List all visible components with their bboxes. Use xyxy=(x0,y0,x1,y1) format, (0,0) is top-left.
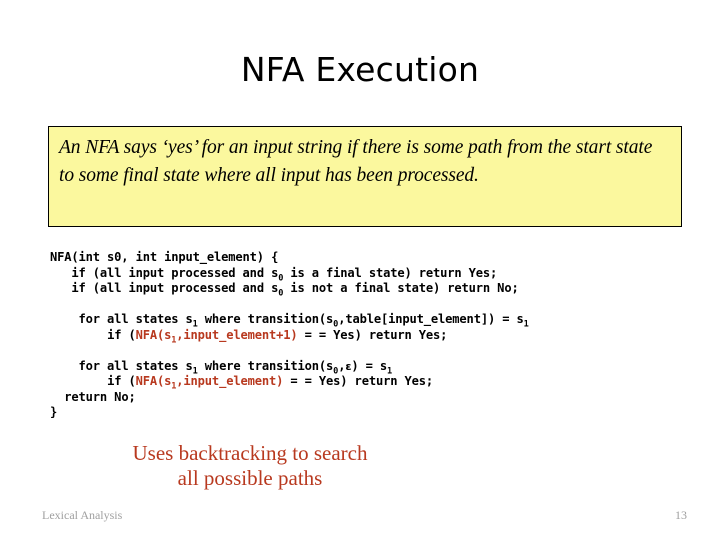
code-text: ) = s xyxy=(351,358,387,373)
code-line-close-brace: } xyxy=(50,405,690,421)
code-text: if ( xyxy=(107,374,136,388)
code-recursive-call: NFA(s xyxy=(135,327,172,342)
caption-line-1: Uses backtracking to search xyxy=(132,441,368,465)
code-line-if-recurse-same: if (NFA(s1,input_element) = = Yes) retur… xyxy=(50,374,690,391)
code-line-if-final-yes: if (all input processed and s0 is a fina… xyxy=(50,265,690,283)
slide: NFA Execution An NFA says ‘yes’ for an i… xyxy=(0,0,720,540)
footer-page-number: 13 xyxy=(675,508,687,522)
code-text: for all states s xyxy=(78,358,193,373)
code-text: if (all input processed and s xyxy=(71,281,279,295)
code-text: for all states s xyxy=(78,312,193,326)
code-text: return No; xyxy=(64,389,136,404)
code-line-blank-2 xyxy=(50,343,690,359)
footer-section-label: Lexical Analysis xyxy=(42,508,123,522)
backtracking-caption: Uses backtracking to search all possible… xyxy=(0,441,500,491)
code-text: } xyxy=(50,405,58,419)
code-text: where transition(s xyxy=(197,358,334,373)
code-line-if-recurse-advance: if (NFA(s1,input_element+1) = = Yes) ret… xyxy=(50,327,690,345)
code-subscript: 1 xyxy=(523,319,529,330)
code-text: = = Yes) return Yes; xyxy=(283,374,434,388)
code-recursive-call: NFA(s xyxy=(135,374,172,388)
code-text: = = Yes) return Yes; xyxy=(297,327,448,342)
code-text: is a final state) return Yes; xyxy=(283,265,498,280)
caption-line-2: all possible paths xyxy=(177,466,323,490)
code-text: if (all input processed and s xyxy=(71,265,279,280)
code-recursive-call: ,input_element) xyxy=(176,374,284,388)
code-line-for-transition-table: for all states s1 where transition(s0,ta… xyxy=(50,312,690,330)
code-text: if ( xyxy=(107,327,136,342)
page-title: NFA Execution xyxy=(240,50,480,89)
code-text: NFA(int s0, int input_element) { xyxy=(50,250,279,264)
pseudocode-block: NFA(int s0, int input_element) { if (all… xyxy=(50,250,690,421)
code-line-for-transition-epsilon: for all states s1 where transition(s0,ε)… xyxy=(50,358,690,376)
code-recursive-call: ,input_element+1) xyxy=(176,327,298,342)
code-line-signature: NFA(int s0, int input_element) { xyxy=(50,250,690,266)
code-line-blank-1 xyxy=(50,297,690,313)
code-text: is not a final state) return No; xyxy=(283,281,519,295)
definition-text: An NFA says ‘yes’ for an input string if… xyxy=(59,137,653,186)
code-line-if-not-final-no: if (all input processed and s0 is not a … xyxy=(50,281,690,298)
definition-callout-box: An NFA says ‘yes’ for an input string if… xyxy=(48,126,682,227)
code-text: where transition(s xyxy=(197,312,334,326)
code-line-return-no: return No; xyxy=(50,390,690,406)
code-text: ,table[input_element]) = s xyxy=(338,312,524,326)
